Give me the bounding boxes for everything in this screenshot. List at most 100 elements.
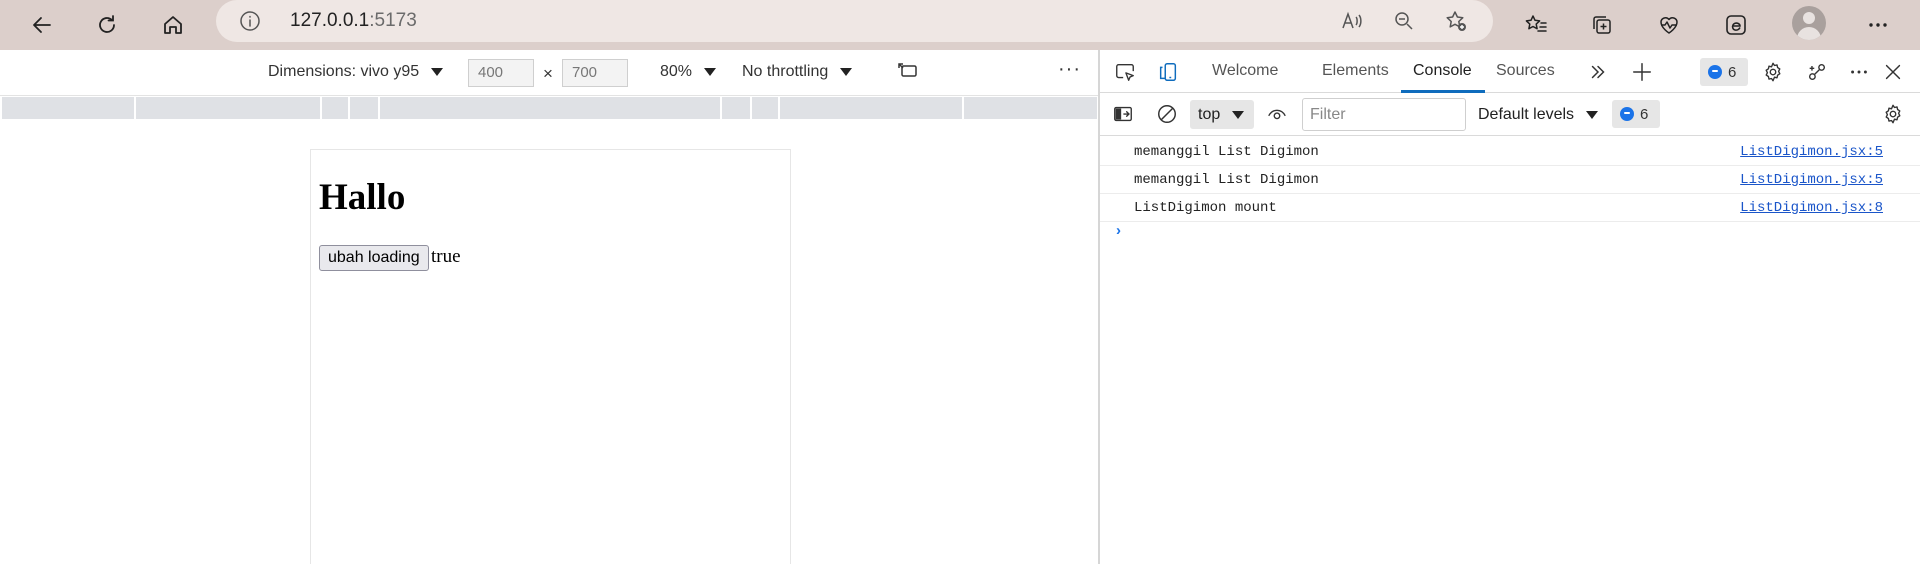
more-tabs-button[interactable] (1585, 59, 1611, 85)
log-levels-label: Default levels (1478, 106, 1575, 123)
favorites-button[interactable] (1518, 7, 1554, 43)
messages-count: 6 (1640, 105, 1649, 123)
url-text[interactable]: 127.0.0.1:5173 (290, 10, 417, 32)
console-toolbar: top Filter Default levels 6 (1100, 93, 1920, 136)
gear-icon (1765, 62, 1781, 82)
throttling-dropdown[interactable]: No throttling (742, 63, 853, 81)
url-port: :5173 (369, 10, 417, 31)
tab-elements[interactable]: Elements (1322, 62, 1389, 80)
read-aloud-button[interactable] (1339, 8, 1365, 34)
console-messages: memanggil List Digimon ListDigimon.jsx:5… (1100, 138, 1920, 222)
chevron-down-icon (1586, 111, 1599, 119)
console-message-text: memanggil List Digimon (1134, 144, 1319, 160)
back-arrow-icon (33, 17, 51, 33)
throttling-label: No throttling (742, 63, 829, 80)
dimensions-label: Dimensions: vivo y95 (268, 63, 420, 80)
edge-icon (1726, 15, 1746, 35)
console-row: memanggil List Digimon ListDigimon.jsx:5 (1100, 166, 1920, 194)
heart-pulse-icon (1660, 17, 1678, 34)
live-expression-button[interactable] (1264, 101, 1290, 127)
media-query-ruler[interactable] (2, 97, 1097, 119)
favorites-icon (1525, 15, 1547, 32)
console-source-link[interactable]: ListDigimon.jsx:5 (1740, 172, 1883, 188)
message-bubble-icon (1708, 65, 1722, 79)
close-icon (1885, 64, 1901, 80)
rotate-button[interactable] (896, 59, 920, 83)
collections-icon (1593, 16, 1611, 34)
customize-button[interactable] (1804, 59, 1830, 85)
info-icon[interactable] (238, 9, 262, 33)
message-bubble-icon (1620, 107, 1634, 121)
back-button[interactable] (24, 7, 60, 43)
device-more-button[interactable]: ··· (1058, 58, 1081, 81)
devtools-more-button[interactable] (1846, 59, 1872, 85)
add-tool-button[interactable] (1629, 59, 1655, 85)
chevron-down-icon (431, 68, 444, 76)
height-input[interactable]: 700 (562, 59, 628, 87)
context-selector[interactable]: top (1190, 100, 1254, 129)
zoom-label: 80% (660, 63, 693, 80)
issues-badge[interactable]: 6 (1700, 58, 1748, 86)
console-source-link[interactable]: ListDigimon.jsx:8 (1740, 200, 1883, 216)
edge-bar-button[interactable] (1718, 7, 1754, 43)
browser-toolbar: 127.0.0.1:5173 (0, 0, 1920, 50)
dimensions-dropdown[interactable]: Dimensions: vivo y95 (268, 63, 444, 81)
refresh-button[interactable] (89, 7, 125, 43)
device-toggle-icon (1159, 63, 1177, 81)
console-filter-input[interactable]: Filter (1302, 98, 1466, 131)
plus-icon (1633, 63, 1651, 81)
devtools-tab-bar: Welcome Elements Console Sources 6 (1100, 50, 1920, 93)
devtools-panel: Welcome Elements Console Sources 6 top F… (1100, 50, 1920, 564)
collections-button[interactable] (1584, 7, 1620, 43)
eye-icon (1268, 109, 1286, 120)
tab-console[interactable]: Console (1413, 62, 1472, 80)
ubah-loading-button[interactable]: ubah loading (319, 245, 429, 271)
gear-icon (1885, 104, 1901, 124)
browser-essentials-button[interactable] (1651, 7, 1687, 43)
clear-icon (1158, 105, 1176, 123)
browser-menu-button[interactable] (1860, 7, 1896, 43)
chevron-double-right-icon (1591, 65, 1605, 79)
connections-icon (1808, 63, 1826, 81)
dimension-separator: × (543, 64, 553, 83)
inspect-icon (1116, 63, 1134, 81)
emulated-page: Hallo ubah loading true (310, 149, 791, 564)
console-prompt[interactable]: › (1116, 222, 1121, 239)
issues-count: 6 (1728, 63, 1737, 81)
device-emulation-button[interactable] (1155, 59, 1181, 85)
profile-avatar[interactable] (1792, 6, 1826, 40)
address-bar[interactable]: 127.0.0.1:5173 (216, 0, 1493, 42)
home-icon (164, 16, 182, 34)
add-favorite-button[interactable] (1443, 8, 1469, 34)
console-row: ListDigimon mount ListDigimon.jsx:8 (1100, 194, 1920, 222)
zoom-dropdown[interactable]: 80% (660, 63, 717, 81)
clear-console-button[interactable] (1154, 101, 1180, 127)
refresh-icon (99, 15, 115, 33)
chevron-down-icon (704, 68, 717, 76)
device-toolbar: Dimensions: vivo y95 400 × 700 80% No th… (0, 50, 1098, 96)
console-message-text: ListDigimon mount (1134, 200, 1277, 216)
tab-welcome[interactable]: Welcome (1212, 62, 1278, 80)
home-button[interactable] (155, 7, 191, 43)
log-levels-dropdown[interactable]: Default levels (1478, 106, 1599, 124)
page-heading: Hallo (319, 177, 406, 218)
show-sidebar-button[interactable] (1110, 101, 1136, 127)
more-horizontal-icon (1851, 70, 1867, 74)
zoom-out-button[interactable] (1391, 8, 1417, 34)
url-host: 127.0.0.1 (290, 10, 370, 31)
zoom-out-icon (1395, 12, 1413, 30)
sidebar-icon (1114, 106, 1132, 122)
console-row: memanggil List Digimon ListDigimon.jsx:5 (1100, 138, 1920, 166)
loading-value-text: true (431, 246, 461, 267)
chevron-down-icon (840, 68, 853, 76)
width-input[interactable]: 400 (468, 59, 534, 87)
console-settings-button[interactable] (1880, 101, 1906, 127)
devtools-settings-button[interactable] (1760, 59, 1786, 85)
close-devtools-button[interactable] (1880, 59, 1906, 85)
chevron-down-icon (1232, 111, 1244, 119)
inspect-element-button[interactable] (1112, 59, 1138, 85)
console-message-text: memanggil List Digimon (1134, 172, 1319, 188)
tab-sources[interactable]: Sources (1496, 62, 1555, 80)
console-source-link[interactable]: ListDigimon.jsx:5 (1740, 144, 1883, 160)
messages-badge[interactable]: 6 (1612, 100, 1660, 128)
